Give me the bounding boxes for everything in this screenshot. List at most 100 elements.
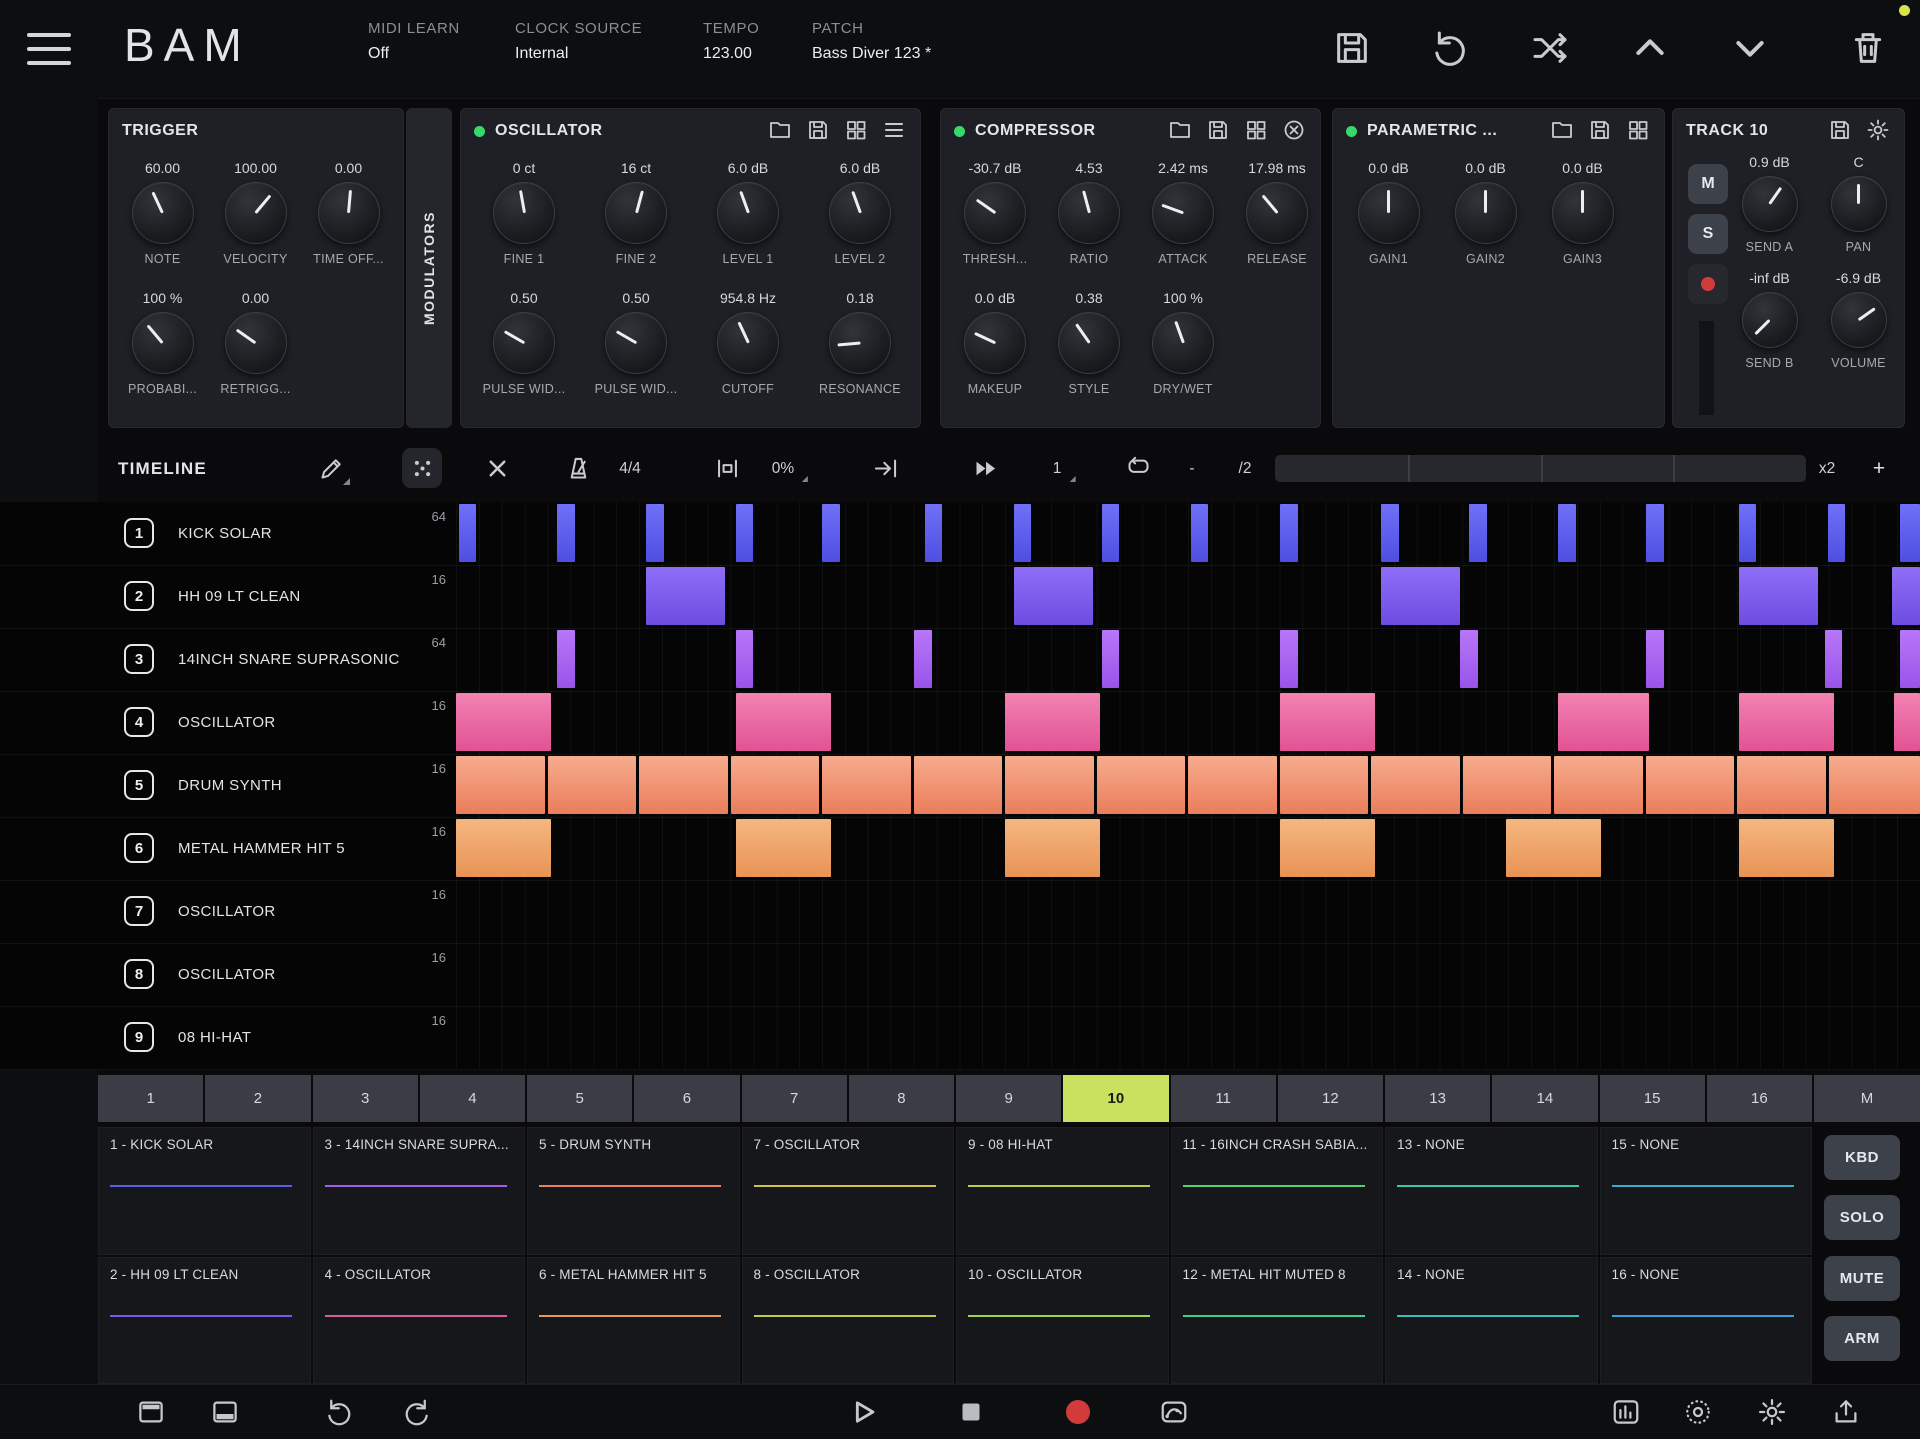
pad-13[interactable]: 13 - NONE [1385,1127,1598,1255]
track-name[interactable]: METAL HAMMER HIT 5 [178,817,345,880]
note-block[interactable] [1280,504,1298,562]
track-name[interactable]: HH 09 LT CLEAN [178,565,301,628]
pattern-5-button[interactable]: 5 [527,1075,632,1122]
note-block[interactable] [1900,630,1920,688]
knob-level-2[interactable]: 6.0 dB LEVEL 2 [804,158,916,268]
track-name[interactable]: DRUM SYNTH [178,754,282,817]
track-grid[interactable] [456,880,1920,943]
zoom-plus-button[interactable]: + [1873,441,1885,496]
pattern-7-button[interactable]: 7 [742,1075,847,1122]
note-block[interactable] [1102,504,1120,562]
knob-makeup[interactable]: 0.0 dB MAKEUP [948,288,1042,398]
knob-pulse-wid[interactable]: 0.50 PULSE WID... [580,288,692,398]
modulators-tab[interactable]: MODULATORS [406,108,452,428]
note-block[interactable] [731,756,820,814]
note-block[interactable] [736,504,754,562]
note-block[interactable] [1191,504,1209,562]
play-button[interactable] [839,1388,887,1436]
track-number-button[interactable]: 6 [124,833,154,863]
pad-6[interactable]: 6 - METAL HAMMER HIT 5 [527,1257,740,1385]
track-grid[interactable] [456,817,1920,880]
gear-button[interactable] [1865,118,1891,144]
gear-button[interactable] [1748,1388,1796,1436]
knob-probabi[interactable]: 100 % PROBABI... [116,288,209,398]
note-block[interactable] [1280,693,1375,751]
note-block[interactable] [914,756,1003,814]
note-block[interactable] [1005,819,1100,877]
fast-forward-button[interactable] [965,448,1005,488]
track-name[interactable]: 08 HI-HAT [178,1006,251,1069]
solo-button[interactable]: S [1688,214,1728,254]
pattern-6-button[interactable]: 6 [634,1075,739,1122]
arm-button[interactable]: ARM [1824,1316,1900,1361]
pattern-15-button[interactable]: 15 [1600,1075,1705,1122]
pattern-11-button[interactable]: 11 [1171,1075,1276,1122]
note-block[interactable] [1558,504,1576,562]
knob-level-1[interactable]: 6.0 dB LEVEL 1 [692,158,804,268]
track-number-button[interactable]: 7 [124,896,154,926]
macro-dial-button[interactable] [1674,1388,1722,1436]
note-block[interactable] [1005,756,1094,814]
note-block[interactable] [1097,756,1186,814]
track-name[interactable]: OSCILLATOR [178,691,276,754]
note-block[interactable] [646,567,725,625]
save-button[interactable] [1205,118,1231,144]
pad-16[interactable]: 16 - NONE [1600,1257,1813,1385]
pad-15[interactable]: 15 - NONE [1600,1127,1813,1255]
note-block[interactable] [639,756,728,814]
pad-8[interactable]: 8 - OSCILLATOR [742,1257,955,1385]
pattern-1-button[interactable]: 1 [98,1075,203,1122]
save-button[interactable] [1587,118,1613,144]
mute-button[interactable]: M [1688,164,1728,204]
knob-note[interactable]: 60.00 NOTE [116,158,209,268]
kbd-button[interactable]: KBD [1824,1135,1900,1180]
note-block[interactable] [557,504,575,562]
note-block[interactable] [1460,630,1478,688]
pad-14[interactable]: 14 - NONE [1385,1257,1598,1385]
note-block[interactable] [1188,756,1277,814]
note-block[interactable] [646,504,664,562]
track-name[interactable]: 14INCH SNARE SUPRASONIC [178,628,400,691]
note-block[interactable] [1828,504,1846,562]
pattern-2-button[interactable]: 2 [205,1075,310,1122]
topbar-field-midi-learn[interactable]: MIDI LEARN Off [368,20,460,63]
note-block[interactable] [1739,819,1834,877]
note-block[interactable] [925,504,943,562]
undo-button[interactable] [316,1388,364,1436]
solo-button[interactable]: SOLO [1824,1195,1900,1240]
note-block[interactable] [736,819,831,877]
note-block[interactable] [1554,756,1643,814]
note-block[interactable] [1469,504,1487,562]
topbar-field-clock-source[interactable]: CLOCK SOURCE Internal [515,20,642,63]
note-block[interactable] [1646,630,1664,688]
pad-11[interactable]: 11 - 16INCH CRASH SABIA... [1171,1127,1384,1255]
save-button[interactable] [805,118,831,144]
pad-3[interactable]: 3 - 14INCH SNARE SUPRA... [313,1127,526,1255]
grid-button[interactable] [1625,118,1651,144]
note-block[interactable] [1739,504,1757,562]
knob-resonance[interactable]: 0.18 RESONANCE [804,288,916,398]
knob-attack[interactable]: 2.42 ms ATTACK [1136,158,1230,268]
punch-button[interactable] [707,448,747,488]
note-block[interactable] [1371,756,1460,814]
arranger-button[interactable] [1602,1388,1650,1436]
knob-gain1[interactable]: 0.0 dB GAIN1 [1340,158,1437,268]
track-number-button[interactable]: 2 [124,581,154,611]
close-button[interactable] [1281,118,1307,144]
loop-button[interactable] [1118,448,1158,488]
pad-5[interactable]: 5 - DRUM SYNTH [527,1127,740,1255]
topbar-field-tempo[interactable]: TEMPO 123.00 [703,20,759,63]
track-number-button[interactable]: 5 [124,770,154,800]
redo-button[interactable] [392,1388,440,1436]
pattern-9-button[interactable]: 9 [956,1075,1061,1122]
note-block[interactable] [1646,756,1735,814]
note-block[interactable] [456,756,545,814]
knob-time-off[interactable]: 0.00 TIME OFF... [302,158,395,268]
note-block[interactable] [736,693,831,751]
pattern-14-button[interactable]: 14 [1492,1075,1597,1122]
chevron-up-button[interactable] [1628,27,1672,71]
knob-gain2[interactable]: 0.0 dB GAIN2 [1437,158,1534,268]
topbar-field-patch[interactable]: PATCH Bass Diver 123 * [812,20,931,63]
note-block[interactable] [736,630,754,688]
pad-1[interactable]: 1 - KICK SOLAR [98,1127,311,1255]
